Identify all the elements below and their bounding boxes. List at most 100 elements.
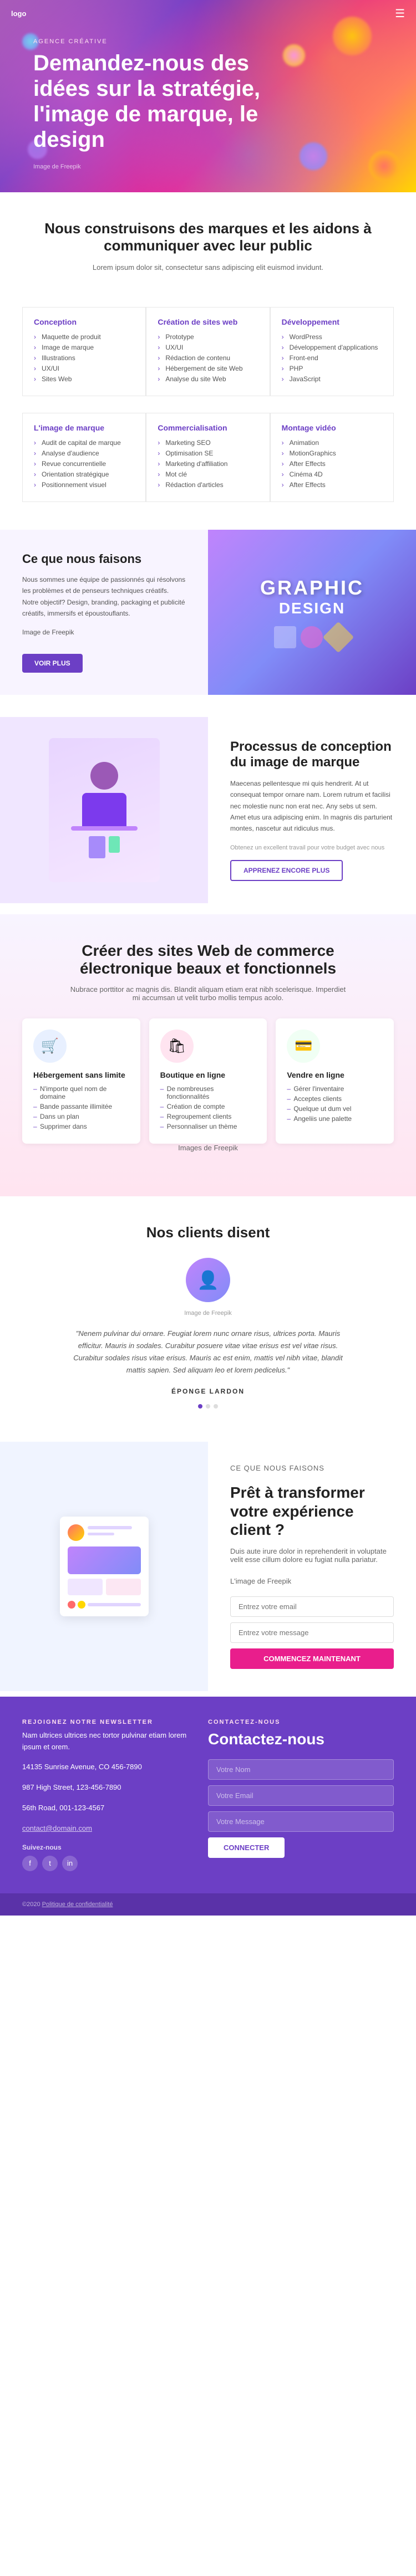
testimonial-dots (33, 1404, 383, 1409)
learn-more-button[interactable]: APPRENEZ ENCORE PLUS (230, 860, 343, 881)
brand-process-title: Processus de conception du image de marq… (230, 739, 394, 770)
list-item: Angeliis une palette (287, 1115, 383, 1123)
brand-process-section: Processus de conception du image de marq… (0, 706, 416, 914)
testimonial-image-label: Image de Freepik (33, 1310, 383, 1317)
privacy-policy-link[interactable]: Politique de confidentialité (42, 1901, 113, 1908)
services-grid-row2: L'image de marque Audit de capital de ma… (0, 413, 416, 519)
testimonial-avatar: 👤 (186, 1258, 230, 1302)
cta-label: CE QUE NOUS FAISONS (230, 1464, 394, 1472)
ecommerce-text: Nubrace porttitor ac magnis dis. Blandit… (69, 985, 347, 1002)
service-list-creation-web: Prototype UX/UI Rédaction de contenu Héb… (158, 333, 258, 383)
voir-plus-button[interactable]: VOIR PLUS (22, 654, 83, 673)
what-we-do-image: GRAPHIC DESIGN (208, 530, 416, 695)
service-card-commercialisation: Commercialisation Marketing SEO Optimisa… (146, 413, 270, 502)
footer-email-link[interactable]: contact@domain.com (22, 1824, 92, 1832)
boutique-icon: 🛍 (160, 1030, 194, 1063)
cta-submit-button[interactable]: COMMENCEZ MAINTENANT (230, 1648, 394, 1669)
contact-submit-button[interactable]: CONNECTER (208, 1837, 285, 1858)
list-item: Revue concurrentielle (34, 460, 134, 468)
header: logo ☰ AGENCE CRÉATIVE Demandez-nous des… (0, 0, 416, 192)
ecommerce-image-label: Images de Freepik (69, 1144, 347, 1152)
list-item: Acceptes clients (287, 1095, 383, 1103)
cta-description: Duis aute irure dolor in reprehenderit i… (230, 1547, 394, 1564)
linkedin-icon[interactable]: in (62, 1856, 78, 1871)
list-item: After Effects (282, 460, 382, 468)
list-item: UX/UI (34, 365, 134, 372)
list-item: Animation (282, 439, 382, 447)
testimonial-name: ÉPONGE LARDON (33, 1387, 383, 1395)
ecommerce-title: Créer des sites Web de commerce électron… (69, 942, 347, 977)
service-title-developpement: Développement (282, 317, 382, 326)
list-item: Analyse d'audience (34, 449, 134, 457)
list-item: Positionnement visuel (34, 481, 134, 489)
list-item: Front-end (282, 354, 382, 362)
list-item: Gérer l'inventaire (287, 1085, 383, 1093)
list-item: Image de marque (34, 344, 134, 351)
service-title-conception: Conception (34, 317, 134, 326)
what-we-do-text: Ce que nous faisons Nous sommes une équi… (0, 530, 208, 695)
footer-social: Suivez-nous f t in (22, 1843, 191, 1871)
hamburger-menu-icon[interactable]: ☰ (395, 7, 405, 21)
list-item: Prototype (158, 333, 258, 341)
facebook-icon[interactable]: f (22, 1856, 38, 1871)
dot-1[interactable] (198, 1404, 202, 1409)
dot-2[interactable] (206, 1404, 210, 1409)
list-item: Audit de capital de marque (34, 439, 134, 447)
graphic-design-mock: GRAPHIC DESIGN (208, 530, 416, 695)
list-item: MotionGraphics (282, 449, 382, 457)
list-item: Hébergement de site Web (158, 365, 258, 372)
ecommerce-section: Créer des sites Web de commerce électron… (0, 914, 416, 1196)
brand-process-budget: Obtenez un excellent travail pour votre … (230, 844, 384, 851)
service-card-image-marque: L'image de marque Audit de capital de ma… (22, 413, 146, 502)
social-icons-group: f t in (22, 1856, 191, 1871)
contact-form-title: Contactez-nous (208, 1730, 394, 1749)
twitter-icon[interactable]: t (42, 1856, 58, 1871)
contact-message-input[interactable] (208, 1811, 394, 1832)
ecommerce-card-list-2: De nombreuses fonctionnalités Création d… (160, 1085, 256, 1130)
list-item: Orientation stratégique (34, 470, 134, 478)
service-title-commercialisation: Commercialisation (158, 423, 258, 432)
service-title-image-marque: L'image de marque (34, 423, 134, 432)
footer-contact: REJOIGNEZ NOTRE NEWSLETTER Nam ultrices … (0, 1697, 416, 1893)
footer-email: contact@domain.com (22, 1823, 191, 1835)
cta-mockup (60, 1517, 149, 1616)
service-card-developpement: Développement WordPress Développement d'… (270, 307, 394, 396)
list-item: After Effects (282, 481, 382, 489)
cta-transform-section: CE QUE NOUS FAISONS Prêt à transformer v… (0, 1442, 416, 1691)
brand-process-description: Maecenas pellentesque mi quis hendrerit.… (230, 778, 394, 834)
list-item: N'importe quel nom de domaine (33, 1085, 129, 1100)
list-item: Rédaction d'articles (158, 481, 258, 489)
newsletter-label: REJOIGNEZ NOTRE NEWSLETTER (22, 1719, 191, 1725)
testimonials-section: Nos clients disent 👤 Image de Freepik "N… (0, 1196, 416, 1436)
copyright-text: ©2020 Politique de confidentialité (22, 1901, 113, 1908)
cta-image-label: L'image de Freepik (230, 1577, 394, 1585)
testimonials-title: Nos clients disent (33, 1224, 383, 1241)
ecommerce-card-list-1: N'importe quel nom de domaine Bande pass… (33, 1085, 129, 1130)
service-card-creation-web: Création de sites web Prototype UX/UI Ré… (146, 307, 270, 396)
list-item: Développement d'applications (282, 344, 382, 351)
ecommerce-card-vendre: 💳 Vendre en ligne Gérer l'inventaire Acc… (276, 1018, 394, 1144)
list-item: Mot clé (158, 470, 258, 478)
address-line-2: 987 High Street, 123-456-7890 (22, 1782, 191, 1794)
service-title-montage-video: Montage vidéo (282, 423, 382, 432)
list-item: De nombreuses fonctionnalités (160, 1085, 256, 1100)
list-item: Quelque ut dum vel (287, 1105, 383, 1113)
service-card-conception: Conception Maquette de produit Image de … (22, 307, 146, 396)
contact-email-input[interactable] (208, 1785, 394, 1806)
list-item: Analyse du site Web (158, 375, 258, 383)
intro-text: Lorem ipsum dolor sit, consectetur sans … (55, 262, 361, 274)
cta-message-input[interactable] (230, 1622, 394, 1643)
newsletter-text: Nam ultrices ultrices nec tortor pulvina… (22, 1730, 191, 1753)
list-item: Bande passante illimitée (33, 1103, 129, 1110)
agency-label: AGENCE CRÉATIVE (33, 38, 383, 45)
what-we-do-title: Ce que nous faisons (22, 552, 186, 566)
list-item: WordPress (282, 333, 382, 341)
cta-email-input[interactable] (230, 1596, 394, 1617)
list-item: Optimisation SE (158, 449, 258, 457)
dot-3[interactable] (214, 1404, 218, 1409)
brand-process-image (0, 717, 208, 903)
contact-name-input[interactable] (208, 1759, 394, 1780)
ecommerce-card-title-3: Vendre en ligne (287, 1071, 383, 1079)
header-title: Demandez-nous des idées sur la stratégie… (33, 50, 266, 152)
address-line-1: 14135 Sunrise Avenue, CO 456-7890 (22, 1761, 191, 1773)
